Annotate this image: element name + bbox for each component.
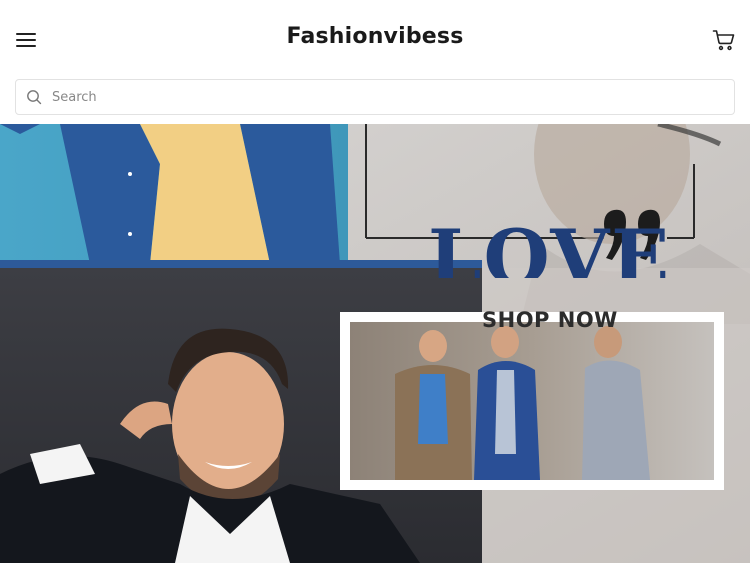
site-header: Fashionvibess — [0, 0, 750, 124]
search-bar — [15, 79, 735, 115]
hero-banner[interactable]: LOVE SHOP NOW — [0, 124, 750, 563]
search-icon[interactable] — [26, 89, 42, 105]
hero-headline: LOVE — [428, 220, 672, 278]
shop-now-link[interactable]: SHOP NOW — [482, 308, 618, 332]
shopping-cart-icon — [712, 30, 735, 51]
search-input[interactable] — [52, 80, 722, 114]
brand-logo[interactable]: Fashionvibess — [0, 24, 750, 49]
cart-button[interactable] — [712, 28, 736, 52]
hero-collage-image — [0, 124, 750, 563]
